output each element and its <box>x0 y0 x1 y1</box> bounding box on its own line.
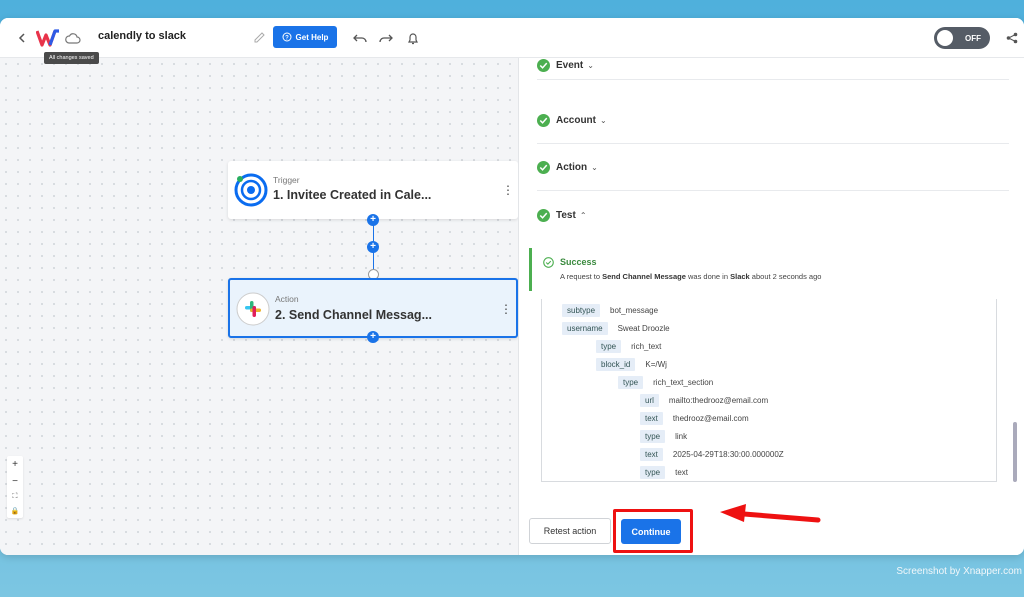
data-row: username Sweat Droozle <box>562 321 670 335</box>
zoom-out-icon[interactable]: − <box>12 476 18 487</box>
watermark: Screenshot by Xnapper.com <box>896 566 1022 577</box>
data-key: type <box>640 465 666 479</box>
data-value: link <box>675 431 688 441</box>
data-key: url <box>640 393 659 407</box>
data-row: block_id K=/Wj <box>596 357 667 371</box>
help-circle-icon: ? <box>282 32 292 42</box>
get-help-button[interactable]: ? Get Help <box>273 26 337 48</box>
zoom-controls: + − ⛶ 🔒 <box>7 456 23 518</box>
fit-view-icon[interactable]: ⛶ <box>13 493 18 501</box>
data-key: type <box>596 339 622 353</box>
data-value: rich_text_section <box>653 377 714 387</box>
data-key: type <box>618 375 644 389</box>
workflow-title[interactable]: calendly to slack <box>98 30 186 42</box>
accordion-account-label: Account <box>556 115 596 126</box>
data-value: bot_message <box>610 305 659 315</box>
accordion-account[interactable]: Account ⌄ <box>537 98 1009 144</box>
data-value: Sweat Droozle <box>617 323 670 333</box>
data-value: text <box>675 467 689 477</box>
trigger-menu-icon[interactable]: ⋮ <box>502 183 514 197</box>
retest-action-button[interactable]: Retest action <box>529 518 611 544</box>
data-key: subtype <box>562 303 601 317</box>
accordion-event-label: Event <box>556 60 584 71</box>
panel-scrollbar[interactable] <box>1013 422 1017 482</box>
data-row: type rich_text <box>596 339 661 353</box>
saved-tooltip: All changes saved <box>44 52 99 64</box>
action-node[interactable]: Action 2. Send Channel Messag... ⋮ <box>228 278 518 338</box>
continue-button[interactable]: Continue <box>621 519 681 544</box>
toggle-label: OFF <box>965 33 981 43</box>
annotation-arrow-icon <box>720 504 821 523</box>
data-value: 2025-04-29T18:30:00.000000Z <box>672 449 784 459</box>
trigger-name: 1. Invitee Created in Cale... <box>273 188 432 202</box>
check-circle-icon <box>537 59 550 72</box>
redo-icon[interactable] <box>378 30 394 46</box>
data-key: block_id <box>596 357 636 371</box>
add-step-top-icon[interactable]: + <box>367 214 379 226</box>
toggle-knob <box>937 30 953 46</box>
chevron-down-icon: ⌄ <box>587 61 594 70</box>
accordion-action-label: Action <box>556 162 588 173</box>
action-menu-icon[interactable]: ⋮ <box>500 302 512 316</box>
response-data-viewer[interactable]: subtype bot_message username Sweat Droozle t… <box>541 299 997 482</box>
data-row: type text <box>640 465 688 479</box>
data-row: type link <box>640 429 687 443</box>
success-message: A request to Send Channel Message was do… <box>560 272 822 281</box>
data-key: text <box>640 411 663 425</box>
trigger-label: Trigger <box>273 175 300 185</box>
svg-text:?: ? <box>285 36 289 42</box>
data-value: K=/Wj <box>645 359 667 369</box>
data-value: thedrooz@email.com <box>672 413 749 423</box>
trigger-node[interactable]: Trigger 1. Invitee Created in Cale... ⋮ <box>228 161 518 219</box>
bell-icon[interactable] <box>405 30 421 46</box>
success-check-icon <box>543 257 554 268</box>
data-row: text 2025-04-29T18:30:00.000000Z <box>640 447 784 461</box>
chevron-down-icon: ⌄ <box>600 116 607 125</box>
data-value: mailto:thedrooz@email.com <box>668 395 769 405</box>
check-circle-icon <box>537 114 550 127</box>
data-row: text thedrooz@email.com <box>640 411 749 425</box>
success-banner: Success A request to Send Channel Messag… <box>529 248 1015 291</box>
accordion-test-label: Test <box>556 209 576 221</box>
get-help-label: Get Help <box>295 32 329 42</box>
accordion-action[interactable]: Action ⌄ <box>537 145 1009 191</box>
zoom-in-icon[interactable]: + <box>12 459 18 470</box>
data-key: username <box>562 321 608 335</box>
add-step-bottom-icon[interactable]: + <box>367 331 379 343</box>
accordion-event[interactable]: Event ⌄ <box>537 52 1009 80</box>
pencil-icon[interactable] <box>252 30 266 44</box>
data-key: type <box>640 429 666 443</box>
share-icon[interactable] <box>1004 30 1020 46</box>
step-config-panel: Event ⌄ Account ⌄ Action ⌄ Test ⌃ Succes… <box>518 58 1024 555</box>
accordion-test[interactable]: Test ⌃ <box>537 192 1009 238</box>
action-label: Action <box>275 294 299 304</box>
add-step-icon[interactable]: + <box>367 241 379 253</box>
chevron-down-icon: ⌄ <box>591 163 598 172</box>
workflow-on-off-toggle[interactable]: OFF <box>934 27 990 49</box>
cloud-icon <box>64 29 82 47</box>
data-key: text <box>640 447 663 461</box>
action-name: 2. Send Channel Messag... <box>275 308 432 322</box>
workflow-canvas[interactable]: Trigger 1. Invitee Created in Cale... ⋮ … <box>0 58 518 555</box>
slack-icon <box>236 292 270 326</box>
check-circle-icon <box>537 161 550 174</box>
check-circle-icon <box>537 208 550 222</box>
chevron-up-icon: ⌃ <box>579 210 587 220</box>
app-window: calendly to slack All changes saved ? Ge… <box>0 18 1024 555</box>
calendly-icon <box>234 173 268 207</box>
data-row: subtype bot_message <box>562 303 658 317</box>
app-logo-icon <box>36 28 60 48</box>
lock-icon[interactable]: 🔒 <box>11 507 20 515</box>
data-row: type rich_text_section <box>618 375 713 389</box>
data-row: url mailto:thedrooz@email.com <box>640 393 768 407</box>
data-value: rich_text <box>631 341 662 351</box>
success-title: Success <box>560 257 597 267</box>
back-icon[interactable] <box>14 30 30 46</box>
undo-icon[interactable] <box>352 30 368 46</box>
